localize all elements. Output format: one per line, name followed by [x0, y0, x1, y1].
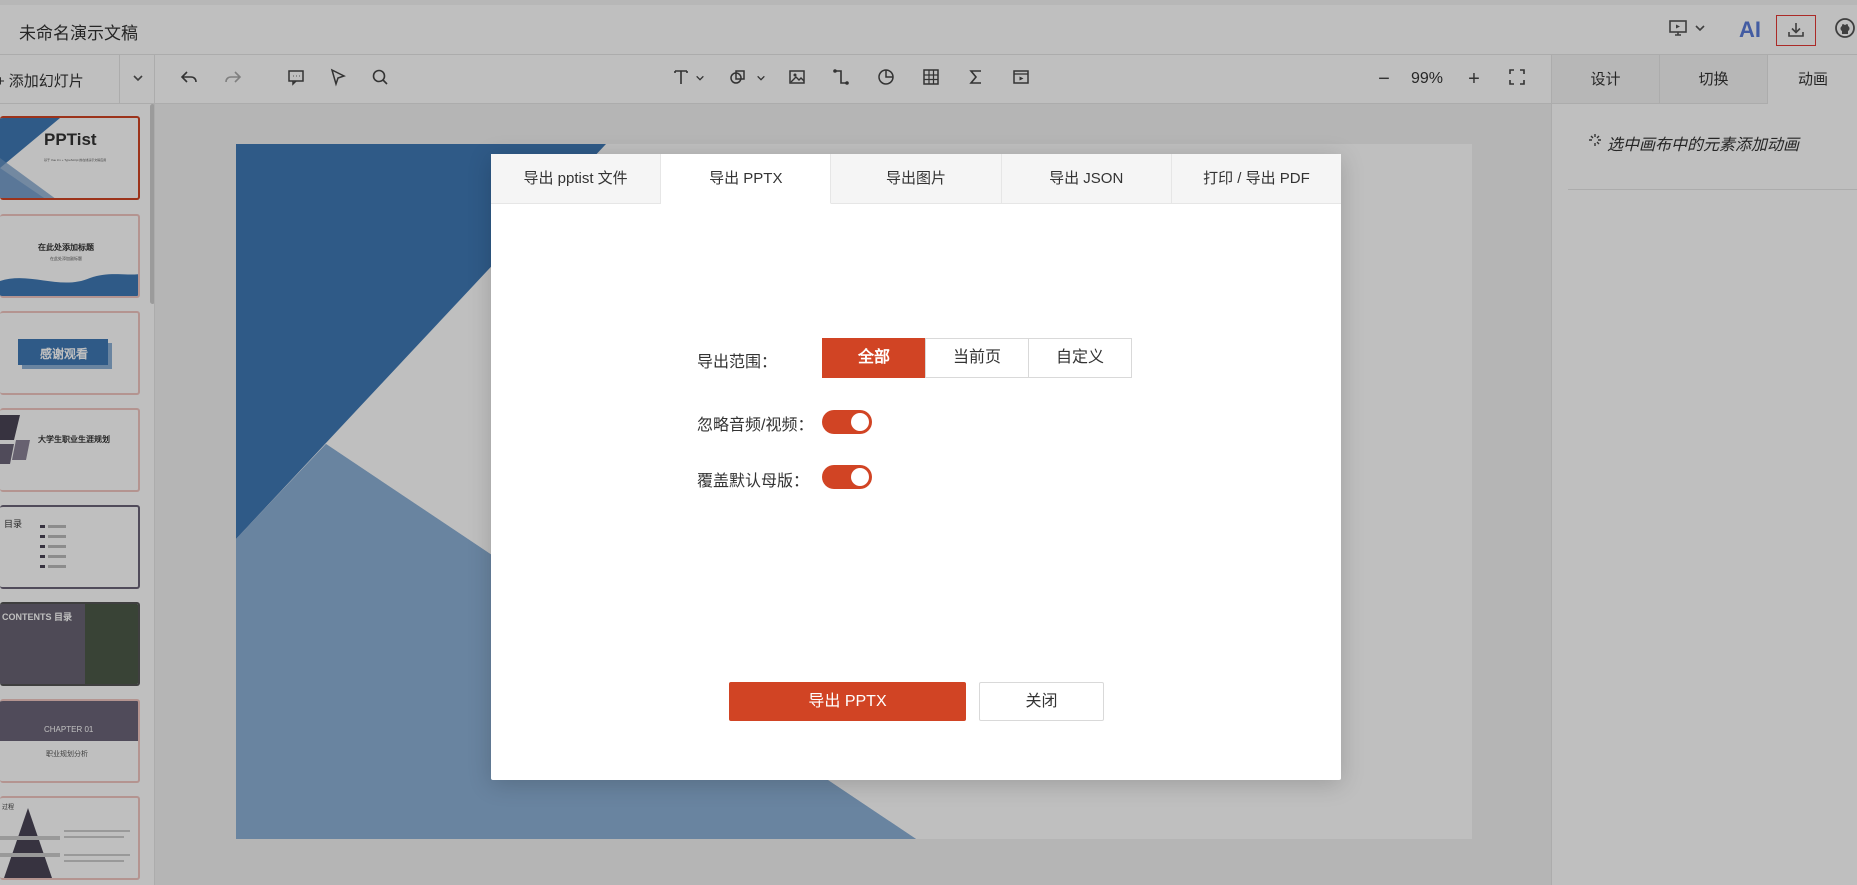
tab-export-pptist[interactable]: 导出 pptist 文件	[491, 154, 662, 204]
ignore-media-label: 忽略音频/视频：	[697, 417, 814, 434]
export-range-selector: 全部 当前页 自定义	[822, 338, 1132, 378]
tab-export-pdf[interactable]: 打印 / 导出 PDF	[1171, 154, 1342, 204]
close-button[interactable]: 关闭	[979, 682, 1104, 721]
range-all-button[interactable]: 全部	[822, 338, 926, 378]
export-tabs: 导出 pptist 文件 导出 PPTX 导出图片 导出 JSON 打印 / 导…	[491, 154, 1342, 204]
override-master-toggle[interactable]	[822, 465, 872, 489]
tab-export-image[interactable]: 导出图片	[831, 154, 1002, 204]
toggle-knob	[851, 468, 869, 486]
range-current-button[interactable]: 当前页	[925, 338, 1029, 378]
export-range-label: 导出范围：	[697, 354, 778, 371]
tab-export-pptx[interactable]: 导出 PPTX	[661, 154, 832, 204]
tab-export-json[interactable]: 导出 JSON	[1001, 154, 1172, 204]
export-dialog: 导出 pptist 文件 导出 PPTX 导出图片 导出 JSON 打印 / 导…	[491, 154, 1342, 780]
export-pptx-button[interactable]: 导出 PPTX	[729, 682, 966, 721]
toggle-knob	[851, 413, 869, 431]
range-custom-button[interactable]: 自定义	[1028, 338, 1132, 378]
ignore-media-toggle[interactable]	[822, 410, 872, 434]
override-master-label: 覆盖默认母版：	[697, 473, 810, 490]
